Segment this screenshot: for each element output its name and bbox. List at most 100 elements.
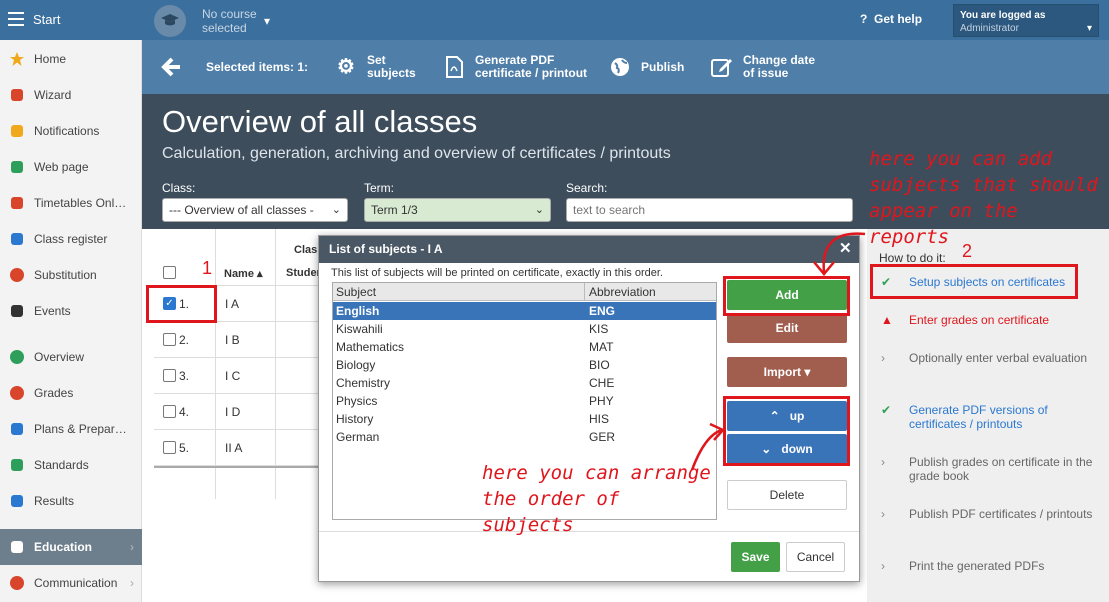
row-checkbox[interactable] (163, 441, 176, 454)
cancel-button[interactable]: Cancel (786, 542, 845, 572)
how-to-step[interactable]: ✔ Generate PDF versions of certificates /… (881, 403, 1101, 431)
top-bar: No course selected ▾ ? Get help You are … (142, 0, 1109, 40)
get-help-link[interactable]: ? Get help (860, 12, 922, 26)
subject-row[interactable]: German GER (333, 428, 716, 446)
set-subjects-button[interactable]: ⚙ Set subjects (334, 40, 416, 94)
chevron-right-icon: › (130, 540, 134, 554)
select-all-checkbox[interactable] (163, 266, 176, 279)
sidebar-item-wizard[interactable]: Wizard (0, 77, 142, 113)
sidebar-item-home[interactable]: Home (0, 41, 142, 77)
sidebar-item-standards[interactable]: Standards (0, 447, 142, 483)
subject-row[interactable]: English ENG (333, 302, 716, 320)
wand-icon (8, 87, 26, 103)
row-number: 2. (179, 333, 190, 347)
sidebar-item-web-page[interactable]: Web page (0, 149, 142, 185)
how-to-step[interactable]: › Optionally enter verbal evaluation (881, 351, 1101, 365)
chevron-down-icon: ⌄ (534, 204, 544, 216)
row-checkbox[interactable] (163, 369, 176, 382)
sidebar-item-overview[interactable]: Overview (0, 339, 142, 375)
column-header-subject: Subject (336, 285, 377, 299)
sidebar-item-communication[interactable]: Communication › (0, 565, 142, 601)
back-arrow-icon (161, 57, 180, 77)
subject-row[interactable]: Kiswahili KIS (333, 320, 716, 338)
how-to-step-label: Enter grades on certificate (909, 313, 1050, 327)
date-label-2: of issue (743, 66, 789, 80)
column-header-class[interactable]: Clas (294, 244, 317, 256)
course-selector[interactable]: No course selected (202, 7, 257, 35)
column-header-name[interactable]: Name ▴ (224, 267, 263, 280)
sidebar-item-results[interactable]: Results (0, 483, 142, 519)
get-help-label: Get help (874, 12, 923, 26)
sidebar-item-plans-prepar[interactable]: Plans & Prepar… (0, 411, 142, 447)
sidebar-item-education[interactable]: Education › (0, 529, 142, 565)
sidebar-item-label: Plans & Prepar… (34, 422, 127, 436)
plans-icon (8, 421, 26, 437)
globe-icon (608, 55, 632, 79)
subject-row[interactable]: Biology BIO (333, 356, 716, 374)
generate-pdf-button[interactable]: Generate PDF certificate / printout (442, 40, 587, 94)
subject-name: Biology (336, 358, 376, 372)
chat-icon (8, 575, 26, 591)
sidebar-item-events[interactable]: Events (0, 293, 142, 329)
subject-row[interactable]: Mathematics MAT (333, 338, 716, 356)
search-input[interactable] (566, 198, 853, 222)
subject-name: English (336, 304, 380, 318)
subject-name: Kiswahili (336, 322, 383, 336)
how-to-step-label: Print the generated PDFs (909, 559, 1045, 573)
chevron-down-icon: ⌄ (331, 204, 341, 216)
publish-button[interactable]: Publish (608, 40, 684, 94)
change-date-button[interactable]: Change date of issue (710, 40, 815, 94)
how-to-step[interactable]: › Print the generated PDFs (881, 559, 1101, 573)
class-name: I B (225, 333, 240, 347)
set-subjects-label-2: subjects (367, 66, 416, 80)
subjects-list-header: Subject Abbreviation (333, 283, 716, 301)
sidebar-item-class-register[interactable]: Class register (0, 221, 142, 257)
check-circle-icon (8, 349, 26, 365)
row-number: 3. (179, 369, 190, 383)
highlight-box-row1 (146, 285, 217, 323)
user-menu[interactable]: You are logged as Administrator ▾ (953, 4, 1099, 37)
sidebar-item-notifications[interactable]: Notifications (0, 113, 142, 149)
envelope-icon (8, 123, 26, 139)
sidebar-item-label: Events (34, 304, 71, 318)
class-name: I C (225, 369, 241, 383)
how-to-step-label: Generate PDF versions of certificates / … (909, 403, 1048, 431)
edit-icon (710, 55, 734, 79)
hamburger-menu-icon[interactable] (8, 12, 24, 26)
sidebar-item-timetables-onl[interactable]: Timetables Onl… (0, 185, 142, 221)
subject-abbreviation: PHY (589, 394, 614, 408)
sidebar-item-label: Overview (34, 350, 85, 364)
row-checkbox[interactable] (163, 333, 176, 346)
how-to-step-label: Publish PDF certificates / printouts (909, 507, 1093, 521)
term-select[interactable]: Term 1/3 ⌄ (364, 198, 551, 222)
user-role-label: Administrator (960, 23, 1019, 34)
page-subtitle: Calculation, generation, archiving and o… (162, 145, 671, 162)
search-label: Search: (566, 181, 608, 195)
caret-down-icon[interactable]: ▾ (264, 14, 270, 28)
sidebar-item-grades[interactable]: Grades (0, 375, 142, 411)
open-book-icon (8, 539, 26, 555)
subject-row[interactable]: Physics PHY (333, 392, 716, 410)
how-to-step[interactable]: › Publish PDF certificates / printouts (881, 507, 1101, 521)
sidebar-start-button[interactable]: Start (0, 0, 142, 40)
how-to-step[interactable]: › Publish grades on certificate in the gr… (881, 455, 1101, 483)
subject-abbreviation: MAT (589, 340, 614, 354)
row-checkbox[interactable] (163, 405, 176, 418)
how-to-step[interactable]: ▲ Enter grades on certificate (881, 313, 1101, 327)
back-button[interactable] (160, 40, 182, 94)
row-number: 5. (179, 441, 190, 455)
subject-abbreviation: BIO (589, 358, 610, 372)
star-icon (8, 51, 26, 67)
sidebar-item-substitution[interactable]: Substitution (0, 257, 142, 293)
graduation-cap-icon[interactable] (154, 5, 186, 37)
delete-button[interactable]: Delete (727, 480, 847, 510)
annotation-arrows (690, 232, 866, 471)
subject-row[interactable]: Chemistry CHE (333, 374, 716, 392)
save-button[interactable]: Save (731, 542, 780, 572)
term-select-value: Term 1/3 (371, 203, 418, 217)
page-title: Overview of all classes (162, 104, 478, 139)
grades-icon (8, 385, 26, 401)
class-name: I D (225, 405, 241, 419)
class-select[interactable]: --- Overview of all classes - ⌄ (162, 198, 348, 222)
subject-row[interactable]: History HIS (333, 410, 716, 428)
